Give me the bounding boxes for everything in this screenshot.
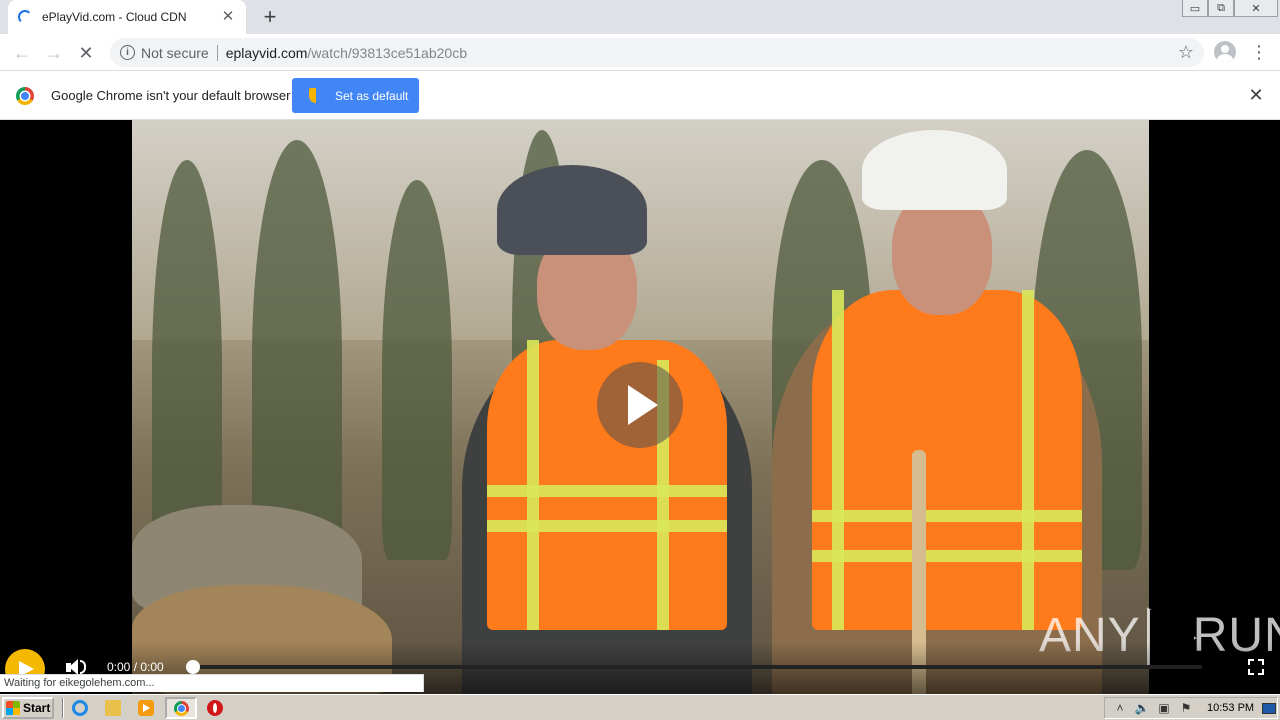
back-button[interactable]: ←	[9, 40, 35, 66]
infobar-close-icon[interactable]: ✕	[1247, 86, 1265, 104]
big-play-button[interactable]	[597, 362, 683, 448]
set-as-default-button[interactable]: Set as default	[292, 78, 419, 113]
screen: ePlayVid.com - Cloud CDN ✕ + ▭ ⧉ ✕ ← → ✕…	[0, 0, 1280, 720]
internet-explorer-icon[interactable]	[72, 700, 88, 716]
folder-icon[interactable]	[105, 700, 121, 716]
uac-shield-icon	[309, 88, 323, 103]
tray-expand-icon[interactable]: ˄	[1113, 701, 1127, 715]
taskbar-separator	[62, 698, 64, 718]
fullscreen-icon[interactable]	[1248, 659, 1264, 675]
url-host: eplayvid.com	[225, 44, 308, 61]
flag-icon[interactable]: ⚑	[1179, 701, 1193, 715]
loading-spinner-icon	[18, 10, 32, 24]
start-label: Start	[23, 701, 51, 715]
chrome-icon	[174, 701, 189, 716]
tab-strip: ePlayVid.com - Cloud CDN ✕ + ▭ ⧉ ✕	[0, 0, 1280, 34]
tab-eplayvid[interactable]: ePlayVid.com - Cloud CDN ✕	[8, 0, 246, 34]
tab-close-icon[interactable]: ✕	[220, 9, 236, 25]
video-player[interactable]: ANY RUN 0:00 / 0:00	[0, 120, 1280, 694]
progress-knob[interactable]	[186, 660, 200, 674]
video-tree	[382, 180, 452, 560]
default-browser-infobar: Google Chrome isn't your default browser…	[0, 71, 1280, 120]
time-display: 0:00 / 0:00	[107, 660, 164, 674]
window-close-button[interactable]: ✕	[1234, 0, 1278, 17]
browser-menu-icon[interactable]: ⋮	[1250, 42, 1268, 62]
set-as-default-label: Set as default	[335, 88, 409, 103]
security-label[interactable]: Not secure	[141, 45, 209, 61]
restore-button[interactable]: ⧉	[1208, 0, 1234, 17]
chrome-logo-icon	[16, 87, 34, 105]
opera-icon[interactable]	[207, 700, 223, 716]
network-icon[interactable]: ▣	[1157, 701, 1171, 715]
progress-bar[interactable]	[186, 660, 1202, 674]
info-icon[interactable]: i	[120, 45, 135, 60]
system-tray: ˄ 🔈 ▣ ⚑ 10:53 PM	[1104, 697, 1278, 719]
url-path: /watch/93813ce51ab20cb	[307, 44, 467, 61]
browser-toolbar: ← → ✕ i Not secure eplayvid.com /watch/9…	[0, 34, 1280, 71]
address-bar[interactable]: i Not secure eplayvid.com /watch/93813ce…	[110, 38, 1204, 67]
taskbar-chrome-button[interactable]	[165, 697, 197, 719]
tab-title: ePlayVid.com - Cloud CDN	[42, 10, 187, 24]
infobar-message: Google Chrome isn't your default browser	[51, 88, 291, 103]
bookmark-star-icon[interactable]: ☆	[1178, 42, 1194, 63]
windows-taskbar: Start ˄ 🔈 ▣ ⚑ 10:53 PM	[0, 694, 1280, 720]
windows-logo-icon	[6, 701, 20, 715]
stop-loading-button[interactable]: ✕	[73, 40, 99, 66]
start-button[interactable]: Start	[2, 697, 54, 719]
omnibox-separator	[216, 44, 218, 61]
speaker-icon[interactable]: 🔈	[1135, 701, 1150, 715]
profile-avatar[interactable]	[1214, 41, 1236, 63]
show-desktop-icon[interactable]	[1262, 702, 1277, 714]
forward-button[interactable]: →	[41, 40, 67, 66]
video-frame[interactable]	[132, 120, 1149, 694]
media-player-icon[interactable]	[138, 700, 154, 716]
status-bubble: Waiting for eikegolehem.com...	[0, 674, 424, 692]
new-tab-button[interactable]: +	[258, 5, 282, 29]
window-controls: ▭ ⧉ ✕	[1182, 0, 1278, 18]
taskbar-clock[interactable]: 10:53 PM	[1207, 702, 1254, 714]
minimize-button[interactable]: ▭	[1182, 0, 1208, 17]
